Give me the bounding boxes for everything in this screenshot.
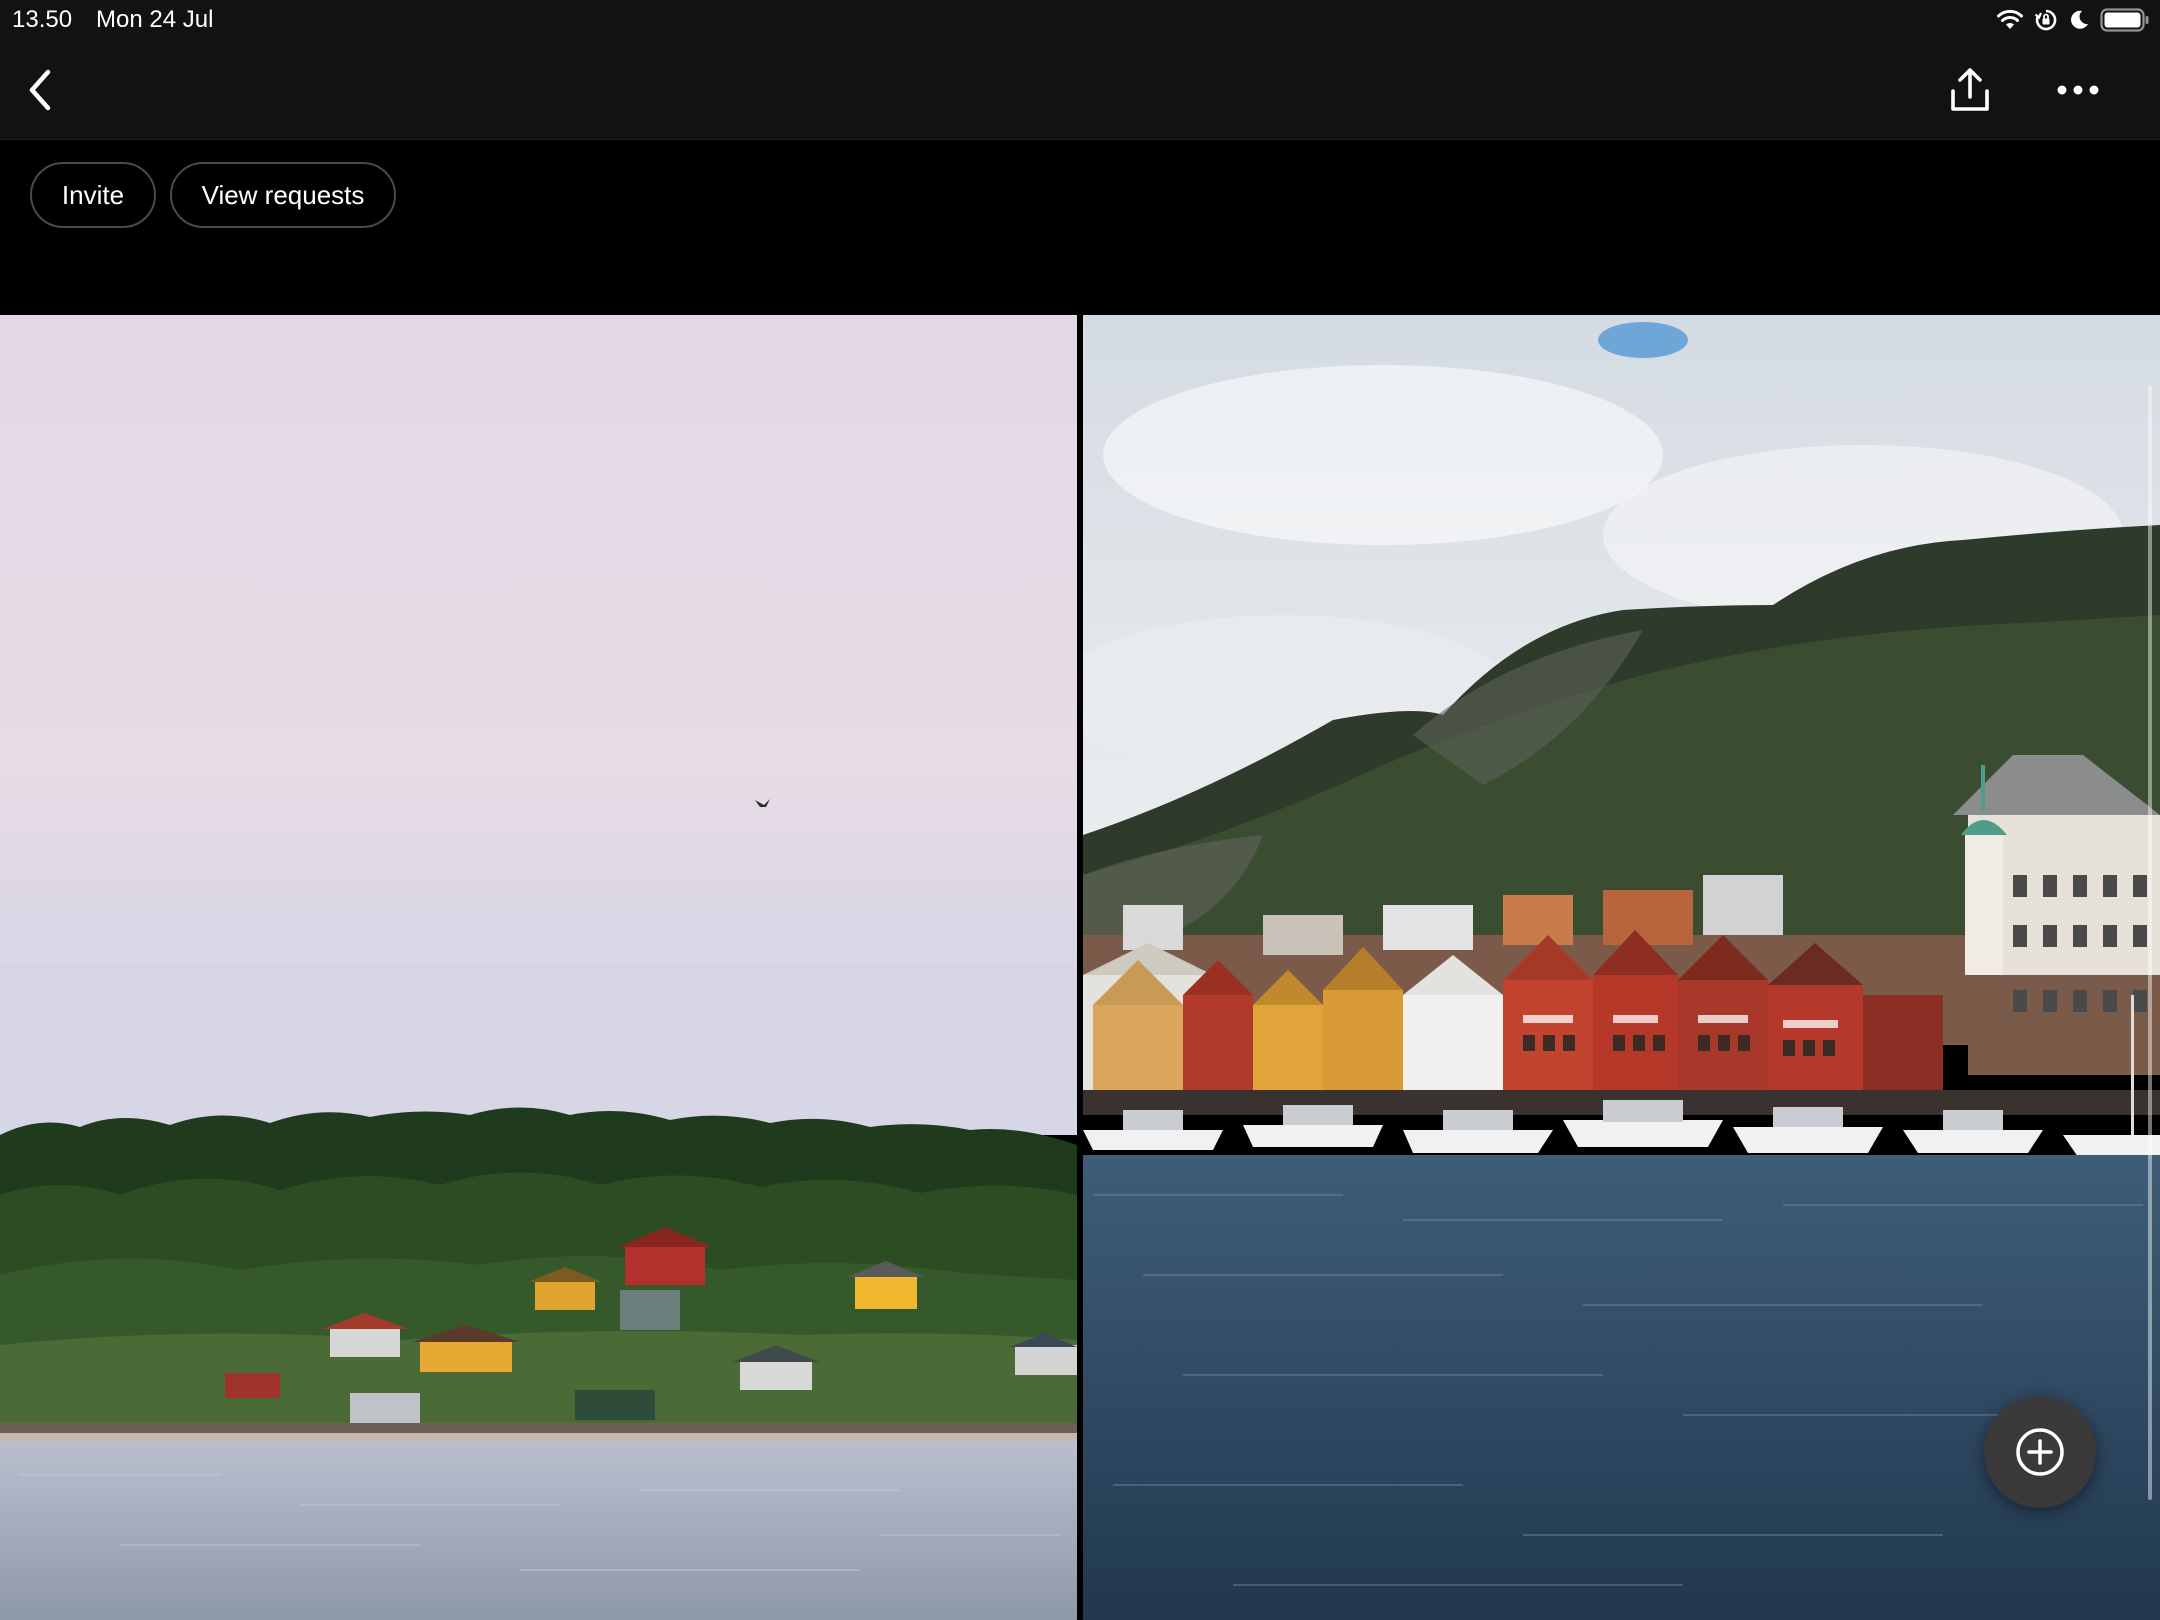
navigation-bar bbox=[0, 40, 2160, 140]
scroll-indicator[interactable] bbox=[2148, 385, 2152, 1500]
photo-tile-island[interactable] bbox=[0, 315, 1077, 1620]
status-icons bbox=[1996, 7, 2150, 33]
status-time: 13.50 bbox=[12, 6, 73, 33]
wifi-icon bbox=[1996, 9, 2024, 31]
share-icon bbox=[1951, 68, 1989, 111]
view-requests-button[interactable]: View requests bbox=[170, 162, 396, 228]
share-button[interactable] bbox=[1942, 62, 1998, 118]
status-date: Mon 24 Jul bbox=[96, 6, 214, 33]
nav-actions bbox=[1920, 40, 2160, 140]
add-photo-button[interactable] bbox=[1984, 1396, 2096, 1508]
plus-circle-icon bbox=[2016, 1428, 2064, 1476]
more-options-button[interactable] bbox=[2048, 62, 2108, 118]
status-bar: 13.50 Mon 24 Jul bbox=[0, 0, 2160, 40]
battery-icon bbox=[2100, 8, 2150, 32]
album-actions: Invite View requests bbox=[0, 141, 2160, 315]
chevron-left-icon bbox=[29, 69, 51, 111]
invite-button[interactable]: Invite bbox=[30, 162, 156, 228]
island-photo-image bbox=[0, 315, 1077, 1620]
ellipsis-icon bbox=[2057, 85, 2099, 95]
do-not-disturb-icon bbox=[2068, 9, 2090, 31]
orientation-lock-icon bbox=[2034, 8, 2058, 32]
back-button[interactable] bbox=[18, 66, 62, 114]
